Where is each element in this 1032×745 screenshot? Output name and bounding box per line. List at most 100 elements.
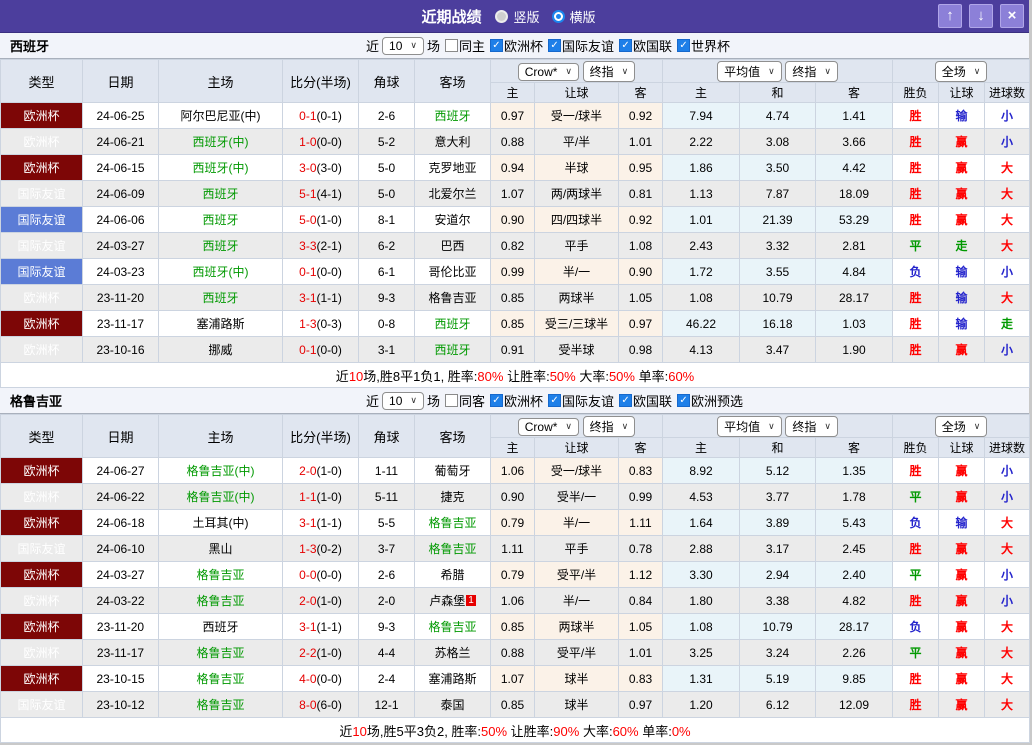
crow-handicap-line: 两球半 (535, 285, 619, 311)
competition-checkbox[interactable]: 欧洲杯 (490, 391, 543, 410)
match-type-badge: 欧洲杯 (1, 640, 83, 666)
average-dropdown[interactable]: 平均值∨ (717, 416, 782, 437)
crow-away-odds: 1.08 (619, 233, 663, 259)
checkbox-icon (677, 394, 690, 407)
competition-checkbox[interactable]: 世界杯 (677, 36, 730, 55)
radio-vertical-layout[interactable]: 竖版 (495, 7, 539, 26)
crow-away-odds: 0.90 (619, 259, 663, 285)
avg-home-odds: 3.25 (663, 640, 740, 666)
avg-home-odds: 2.22 (663, 129, 740, 155)
avg-away-odds: 12.09 (816, 692, 893, 718)
match-score: 3-1(1-1) (283, 285, 359, 311)
same-venue-checkbox[interactable]: 同主 (445, 36, 485, 55)
competition-checkbox[interactable]: 国际友谊 (548, 36, 614, 55)
avg-away-odds: 1.78 (816, 484, 893, 510)
period-dropdown[interactable]: 全场∨ (935, 61, 988, 82)
competition-checkbox[interactable]: 国际友谊 (548, 391, 614, 410)
bookmaker-dropdown[interactable]: Crow*∨ (518, 63, 579, 81)
corner-score: 5-5 (359, 510, 415, 536)
away-team: 北爱尔兰 (415, 181, 491, 207)
match-score: 3-3(2-1) (283, 233, 359, 259)
competition-checkbox[interactable]: 欧国联 (619, 391, 672, 410)
away-team: 西班牙 (415, 311, 491, 337)
matches-table: 类型 日期 主场 比分(半场) 角球 客场 Crow*∨ 终指∨ 平均值∨ 终指… (0, 414, 1030, 743)
match-type-badge: 国际友谊 (1, 233, 83, 259)
corner-score: 6-1 (359, 259, 415, 285)
home-team: 西班牙 (159, 285, 283, 311)
checkbox-icon (445, 39, 458, 52)
same-venue-checkbox[interactable]: 同客 (445, 391, 485, 410)
titlebar: 近期战绩 竖版 横版 ↑ ↓ × (0, 0, 1029, 33)
match-row: 欧洲杯 24-03-27 格鲁吉亚 0-0(0-0) 2-6 希腊 0.79 受… (1, 562, 1030, 588)
avg-home-odds: 46.22 (663, 311, 740, 337)
crow-handicap-line: 受平/半 (535, 562, 619, 588)
radio-vertical-label: 竖版 (513, 7, 539, 26)
match-score: 1-1(1-0) (283, 484, 359, 510)
avg-draw-odds: 3.17 (740, 536, 816, 562)
competition-checkbox[interactable]: 欧洲杯 (490, 36, 543, 55)
result-goals: 大 (985, 510, 1030, 536)
crow-handicap-line: 平手 (535, 536, 619, 562)
match-row: 欧洲杯 23-11-17 塞浦路斯 1-3(0-3) 0-8 西班牙 0.85 … (1, 311, 1030, 337)
result-handicap: 赢 (939, 484, 985, 510)
result-goals: 小 (985, 588, 1030, 614)
away-team: 格鲁吉亚 (415, 614, 491, 640)
match-date: 24-06-15 (83, 155, 159, 181)
move-up-button[interactable]: ↑ (938, 4, 962, 28)
chevron-down-icon: ∨ (622, 66, 629, 77)
move-down-button[interactable]: ↓ (969, 4, 993, 28)
bookmaker-dropdown[interactable]: Crow*∨ (518, 418, 579, 436)
away-team: 希腊 (415, 562, 491, 588)
match-score: 2-0(1-0) (283, 588, 359, 614)
recent-results-panel: 近期战绩 竖版 横版 ↑ ↓ × 西班牙 近 10∨ 场 同主 (0, 0, 1029, 743)
average-dropdown[interactable]: 平均值∨ (717, 61, 782, 82)
subcol-goals: 进球数 (985, 438, 1030, 458)
radio-horizontal-layout[interactable]: 横版 (552, 7, 596, 26)
odds-stage-dropdown[interactable]: 终指∨ (583, 61, 636, 82)
corner-score: 2-6 (359, 103, 415, 129)
competition-checkbox[interactable]: 欧国联 (619, 36, 672, 55)
competition-checkbox[interactable]: 欧洲预选 (677, 391, 743, 410)
match-score: 0-1(0-1) (283, 103, 359, 129)
crow-away-odds: 0.78 (619, 536, 663, 562)
crow-home-odds: 0.88 (491, 129, 535, 155)
avg-home-odds: 1.08 (663, 285, 740, 311)
result-goals: 大 (985, 692, 1030, 718)
crow-home-odds: 0.99 (491, 259, 535, 285)
chevron-down-icon: ∨ (974, 66, 981, 77)
result-goals: 大 (985, 536, 1030, 562)
bookmaker-value: Crow* (525, 420, 558, 434)
crow-home-odds: 1.11 (491, 536, 535, 562)
avg-home-odds: 1.64 (663, 510, 740, 536)
competition-label: 欧洲预选 (691, 391, 743, 410)
match-date: 24-06-10 (83, 536, 159, 562)
col-date: 日期 (83, 415, 159, 458)
corner-score: 2-0 (359, 588, 415, 614)
match-row: 欧洲杯 23-11-20 西班牙 3-1(1-1) 9-3 格鲁吉亚 0.85 … (1, 614, 1030, 640)
competition-label: 欧洲杯 (504, 391, 543, 410)
match-type-badge: 欧洲杯 (1, 458, 83, 484)
subcol-away-odds: 客 (619, 438, 663, 458)
crow-handicap-line: 两/两球半 (535, 181, 619, 207)
crow-home-odds: 0.79 (491, 562, 535, 588)
matches-body: 欧洲杯 24-06-25 阿尔巴尼亚(中) 0-1(0-1) 2-6 西班牙 0… (1, 103, 1030, 363)
avg-draw-odds: 3.08 (740, 129, 816, 155)
summary-text: 近10场,胜8平1负1, 胜率:80% 让胜率:50% 大率:50% 单率:60… (1, 363, 1030, 388)
red-card-badge: 1 (466, 595, 476, 606)
matches-table: 类型 日期 主场 比分(半场) 角球 客场 Crow*∨ 终指∨ 平均值∨ 终指… (0, 59, 1030, 388)
period-dropdown[interactable]: 全场∨ (935, 416, 988, 437)
crow-away-odds: 0.98 (619, 337, 663, 363)
home-team: 西班牙 (159, 233, 283, 259)
result-winloss: 平 (893, 484, 939, 510)
match-type-badge: 欧洲杯 (1, 666, 83, 692)
result-handicap: 输 (939, 103, 985, 129)
odds-stage-dropdown[interactable]: 终指∨ (583, 416, 636, 437)
close-button[interactable]: × (1000, 4, 1024, 28)
subcol-handicap: 让球 (535, 438, 619, 458)
match-count-dropdown[interactable]: 10∨ (382, 37, 424, 55)
avg-away-odds: 4.42 (816, 155, 893, 181)
average-stage-dropdown[interactable]: 终指∨ (785, 416, 838, 437)
average-stage-dropdown[interactable]: 终指∨ (785, 61, 838, 82)
result-winloss: 平 (893, 233, 939, 259)
match-count-dropdown[interactable]: 10∨ (382, 392, 424, 410)
